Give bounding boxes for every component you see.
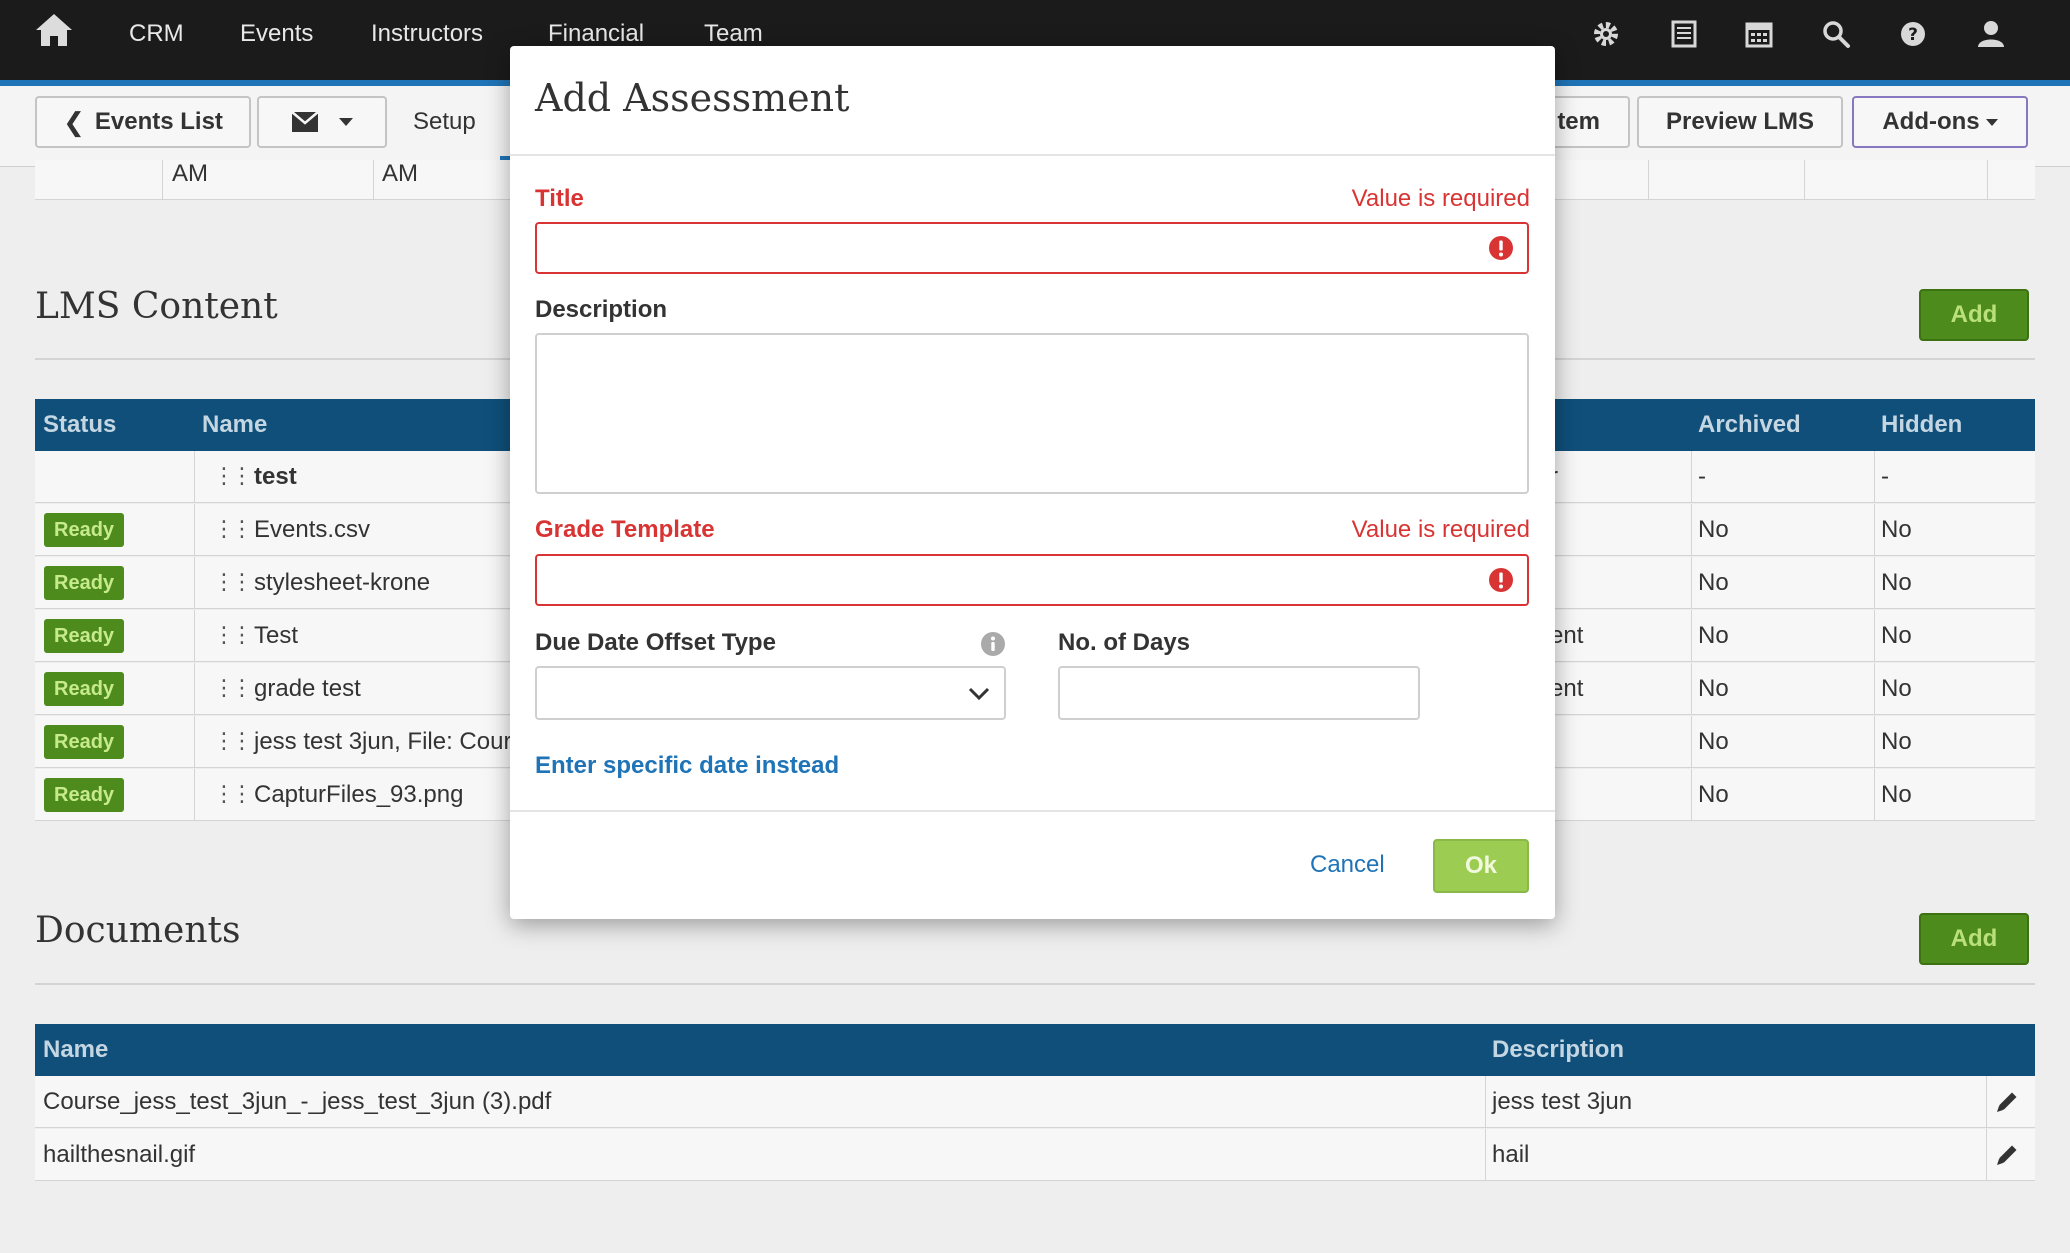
title-label: Title xyxy=(535,185,584,212)
number-of-days-input[interactable] xyxy=(1058,666,1420,720)
info-icon[interactable] xyxy=(980,631,1006,657)
error-icon xyxy=(1489,568,1513,592)
dialog-footer-divider xyxy=(510,810,1555,812)
due-date-offset-type-select[interactable] xyxy=(535,666,1006,720)
due-date-offset-type-label: Due Date Offset Type xyxy=(535,629,776,656)
enter-specific-date-link[interactable]: Enter specific date instead xyxy=(535,752,839,780)
error-icon xyxy=(1489,236,1513,260)
ok-button[interactable]: Ok xyxy=(1433,839,1529,893)
dialog-header-divider xyxy=(510,154,1555,156)
dialog-title: Add Assessment xyxy=(535,76,850,120)
cancel-button[interactable]: Cancel xyxy=(1310,851,1385,879)
grade-template-error-message: Value is required xyxy=(1351,516,1530,543)
title-input[interactable] xyxy=(535,222,1529,274)
description-textarea[interactable] xyxy=(535,333,1529,494)
grade-template-input[interactable] xyxy=(535,554,1529,606)
description-label: Description xyxy=(535,296,668,323)
chevron-down-icon xyxy=(968,687,990,701)
number-of-days-label: No. of Days xyxy=(1058,629,1191,656)
grade-template-label: Grade Template xyxy=(535,516,715,543)
add-assessment-dialog: Add Assessment Title Value is required D… xyxy=(510,46,1555,919)
title-error-message: Value is required xyxy=(1351,185,1530,212)
